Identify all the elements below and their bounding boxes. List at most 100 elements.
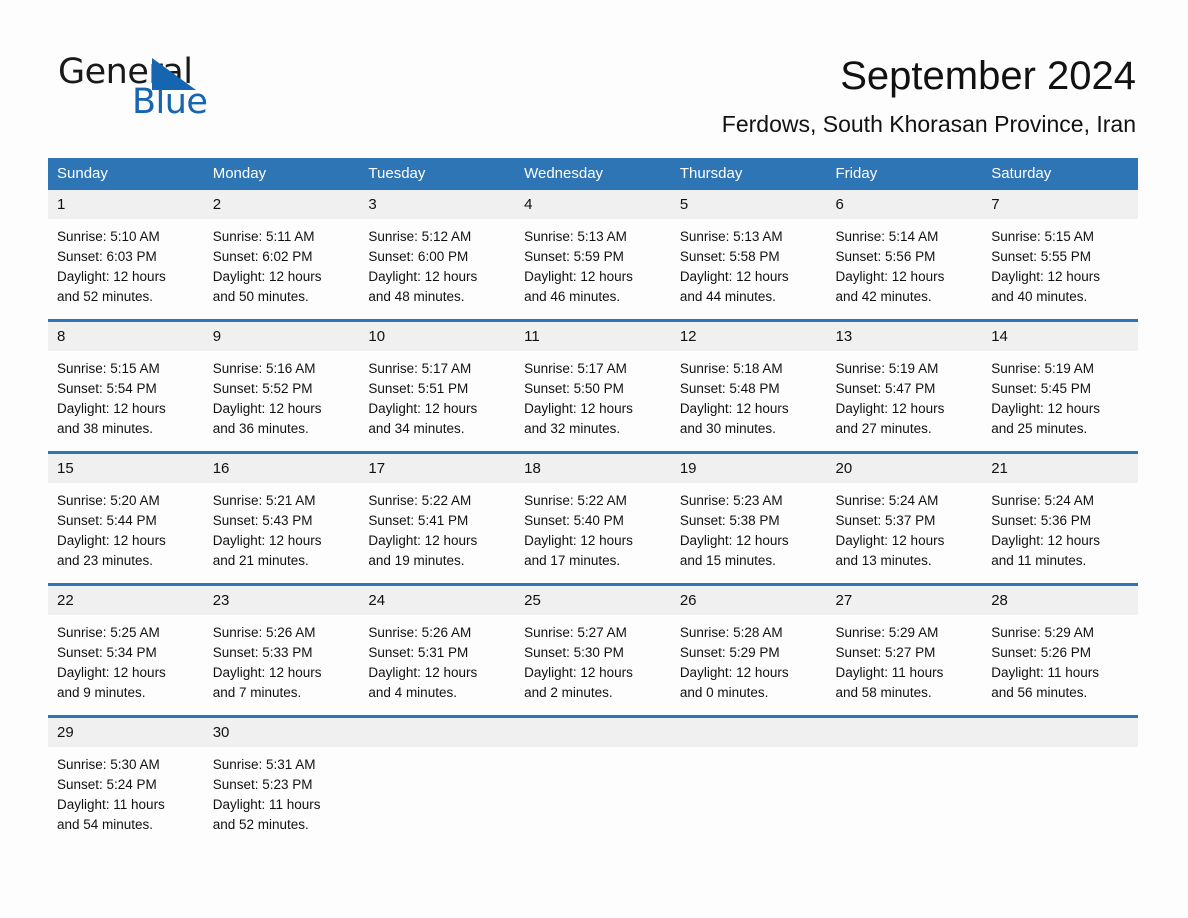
sunset-text: Sunset: 5:58 PM <box>679 249 780 264</box>
day-cell[interactable]: 22 Sunrise: 5:25 AM Sunset: 5:34 PM Dayl… <box>48 586 204 715</box>
sunset-text: Sunset: 5:59 PM <box>524 249 624 264</box>
day-details: Sunrise: 5:31 AM Sunset: 5:23 PM Dayligh… <box>204 747 360 847</box>
daylight-text-line1: Daylight: 11 hours <box>991 665 1100 680</box>
day-number: 14 <box>982 322 1138 351</box>
generalblue-logo[interactable]: General Blue <box>58 52 358 122</box>
day-details: Sunrise: 5:17 AM Sunset: 5:50 PM Dayligh… <box>515 351 671 451</box>
daylight-text-line2: and 7 minutes. <box>212 685 302 700</box>
sunset-text: Sunset: 5:48 PM <box>679 381 780 396</box>
daylight-text-line2: and 19 minutes. <box>368 553 465 568</box>
daylight-text-line2: and 38 minutes. <box>57 421 154 436</box>
sunrise-text: Sunrise: 5:24 AM <box>835 493 939 508</box>
day-cell[interactable]: 28 Sunrise: 5:29 AM Sunset: 5:26 PM Dayl… <box>982 586 1138 715</box>
day-number: 4 <box>515 190 671 219</box>
sunset-text: Sunset: 5:24 PM <box>57 777 157 792</box>
day-cell[interactable]: 25 Sunrise: 5:27 AM Sunset: 5:30 PM Dayl… <box>515 586 671 715</box>
day-details: Sunrise: 5:19 AM Sunset: 5:45 PM Dayligh… <box>982 351 1138 451</box>
day-details: Sunrise: 5:15 AM Sunset: 5:55 PM Dayligh… <box>982 219 1138 319</box>
day-details: Sunrise: 5:13 AM Sunset: 5:58 PM Dayligh… <box>671 219 827 319</box>
day-cell[interactable]: 11 Sunrise: 5:17 AM Sunset: 5:50 PM Dayl… <box>515 322 671 451</box>
sunrise-text: Sunrise: 5:19 AM <box>991 361 1095 376</box>
day-details: Sunrise: 5:15 AM Sunset: 5:54 PM Dayligh… <box>48 351 204 451</box>
day-details: Sunrise: 5:26 AM Sunset: 5:33 PM Dayligh… <box>204 615 360 715</box>
daylight-text-line1: Daylight: 12 hours <box>835 533 945 548</box>
daylight-text-line1: Daylight: 12 hours <box>57 269 166 284</box>
day-details: Sunrise: 5:25 AM Sunset: 5:34 PM Dayligh… <box>48 615 204 715</box>
daylight-text-line2: and 15 minutes. <box>679 553 776 568</box>
sunrise-text: Sunrise: 5:21 AM <box>212 493 316 508</box>
sunrise-text: Sunrise: 5:22 AM <box>368 493 472 508</box>
day-number: 21 <box>982 454 1138 483</box>
day-number: 29 <box>48 718 204 747</box>
day-cell[interactable]: 24 Sunrise: 5:26 AM Sunset: 5:31 PM Dayl… <box>359 586 516 715</box>
day-cell[interactable]: 2 Sunrise: 5:11 AM Sunset: 6:02 PM Dayli… <box>203 190 360 319</box>
day-number: 19 <box>670 454 827 483</box>
calendar-week-row: 15 Sunrise: 5:20 AM Sunset: 5:44 PM Dayl… <box>48 454 1138 583</box>
sunrise-text: Sunrise: 5:22 AM <box>524 493 627 508</box>
day-cell[interactable]: 21 Sunrise: 5:24 AM Sunset: 5:36 PM Dayl… <box>982 454 1138 583</box>
day-cell[interactable]: 20 Sunrise: 5:24 AM Sunset: 5:37 PM Dayl… <box>826 454 983 583</box>
day-details: Sunrise: 5:22 AM Sunset: 5:40 PM Dayligh… <box>515 483 671 583</box>
daylight-text-line1: Daylight: 11 hours <box>212 797 321 812</box>
calendar-header-row: Sunday Monday Tuesday Wednesday Thursday… <box>48 158 1138 190</box>
sunrise-text: Sunrise: 5:29 AM <box>991 625 1095 640</box>
sunrise-text: Sunrise: 5:20 AM <box>57 493 160 508</box>
day-cell[interactable]: 19 Sunrise: 5:23 AM Sunset: 5:38 PM Dayl… <box>670 454 827 583</box>
day-number: 16 <box>203 454 360 483</box>
sunset-text: Sunset: 5:37 PM <box>835 513 936 528</box>
sunset-text: Sunset: 5:44 PM <box>57 513 157 528</box>
daylight-text-line1: Daylight: 12 hours <box>57 665 166 680</box>
sunset-text: Sunset: 5:51 PM <box>368 381 469 396</box>
day-cell[interactable]: 27 Sunrise: 5:29 AM Sunset: 5:27 PM Dayl… <box>826 586 983 715</box>
calendar-week-row: 22 Sunrise: 5:25 AM Sunset: 5:34 PM Dayl… <box>48 586 1138 715</box>
sunset-text: Sunset: 5:54 PM <box>57 381 157 396</box>
calendar-body: 1 Sunrise: 5:10 AM Sunset: 6:03 PM Dayli… <box>48 190 1138 847</box>
day-number: 1 <box>48 190 204 219</box>
daylight-text-line2: and 23 minutes. <box>57 553 154 568</box>
day-cell[interactable]: 4 Sunrise: 5:13 AM Sunset: 5:59 PM Dayli… <box>515 190 671 319</box>
sunset-text: Sunset: 5:41 PM <box>368 513 469 528</box>
day-cell[interactable]: 26 Sunrise: 5:28 AM Sunset: 5:29 PM Dayl… <box>670 586 827 715</box>
day-cell[interactable]: 18 Sunrise: 5:22 AM Sunset: 5:40 PM Dayl… <box>515 454 671 583</box>
day-cell-empty <box>982 718 1138 847</box>
daylight-text-line1: Daylight: 12 hours <box>57 401 166 416</box>
day-cell[interactable]: 8 Sunrise: 5:15 AM Sunset: 5:54 PM Dayli… <box>48 322 204 451</box>
day-cell[interactable]: 9 Sunrise: 5:16 AM Sunset: 5:52 PM Dayli… <box>203 322 360 451</box>
day-number: 12 <box>670 322 827 351</box>
day-cell[interactable]: 17 Sunrise: 5:22 AM Sunset: 5:41 PM Dayl… <box>359 454 516 583</box>
sunset-text: Sunset: 5:31 PM <box>368 645 469 660</box>
day-cell[interactable]: 29 Sunrise: 5:30 AM Sunset: 5:24 PM Dayl… <box>48 718 204 847</box>
day-cell[interactable]: 10 Sunrise: 5:17 AM Sunset: 5:51 PM Dayl… <box>359 322 516 451</box>
daylight-text-line2: and 32 minutes. <box>524 421 621 436</box>
day-cell[interactable]: 6 Sunrise: 5:14 AM Sunset: 5:56 PM Dayli… <box>826 190 983 319</box>
sunrise-text: Sunrise: 5:13 AM <box>679 229 783 244</box>
daylight-text-line1: Daylight: 12 hours <box>57 533 166 548</box>
day-cell[interactable]: 3 Sunrise: 5:12 AM Sunset: 6:00 PM Dayli… <box>359 190 516 319</box>
day-cell[interactable]: 12 Sunrise: 5:18 AM Sunset: 5:48 PM Dayl… <box>670 322 827 451</box>
daylight-text-line2: and 4 minutes. <box>368 685 457 700</box>
day-cell[interactable]: 14 Sunrise: 5:19 AM Sunset: 5:45 PM Dayl… <box>982 322 1138 451</box>
day-details: Sunrise: 5:22 AM Sunset: 5:41 PM Dayligh… <box>359 483 515 583</box>
day-cell[interactable]: 16 Sunrise: 5:21 AM Sunset: 5:43 PM Dayl… <box>203 454 360 583</box>
day-number <box>515 718 671 747</box>
day-cell[interactable]: 23 Sunrise: 5:26 AM Sunset: 5:33 PM Dayl… <box>203 586 360 715</box>
sunset-text: Sunset: 5:36 PM <box>991 513 1092 528</box>
sunrise-text: Sunrise: 5:31 AM <box>212 757 316 772</box>
sunrise-text: Sunrise: 5:13 AM <box>524 229 627 244</box>
daylight-text-line2: and 36 minutes. <box>212 421 309 436</box>
sunset-text: Sunset: 5:27 PM <box>835 645 936 660</box>
day-number: 24 <box>359 586 516 615</box>
page-subtitle: Ferdows, South Khorasan Province, Iran <box>721 111 1136 137</box>
day-cell[interactable]: 5 Sunrise: 5:13 AM Sunset: 5:58 PM Dayli… <box>670 190 827 319</box>
sunset-text: Sunset: 6:03 PM <box>57 249 157 264</box>
day-cell[interactable]: 15 Sunrise: 5:20 AM Sunset: 5:44 PM Dayl… <box>48 454 204 583</box>
day-cell[interactable]: 1 Sunrise: 5:10 AM Sunset: 6:03 PM Dayli… <box>48 190 204 319</box>
sunset-text: Sunset: 5:23 PM <box>212 777 313 792</box>
day-cell[interactable]: 30 Sunrise: 5:31 AM Sunset: 5:23 PM Dayl… <box>203 718 360 847</box>
day-cell[interactable]: 13 Sunrise: 5:19 AM Sunset: 5:47 PM Dayl… <box>826 322 983 451</box>
daylight-text-line1: Daylight: 12 hours <box>991 269 1101 284</box>
sunrise-text: Sunrise: 5:24 AM <box>991 493 1095 508</box>
day-cell[interactable]: 7 Sunrise: 5:15 AM Sunset: 5:55 PM Dayli… <box>982 190 1138 319</box>
day-cell-empty <box>359 718 516 847</box>
calendar-week-row: 1 Sunrise: 5:10 AM Sunset: 6:03 PM Dayli… <box>48 190 1138 319</box>
